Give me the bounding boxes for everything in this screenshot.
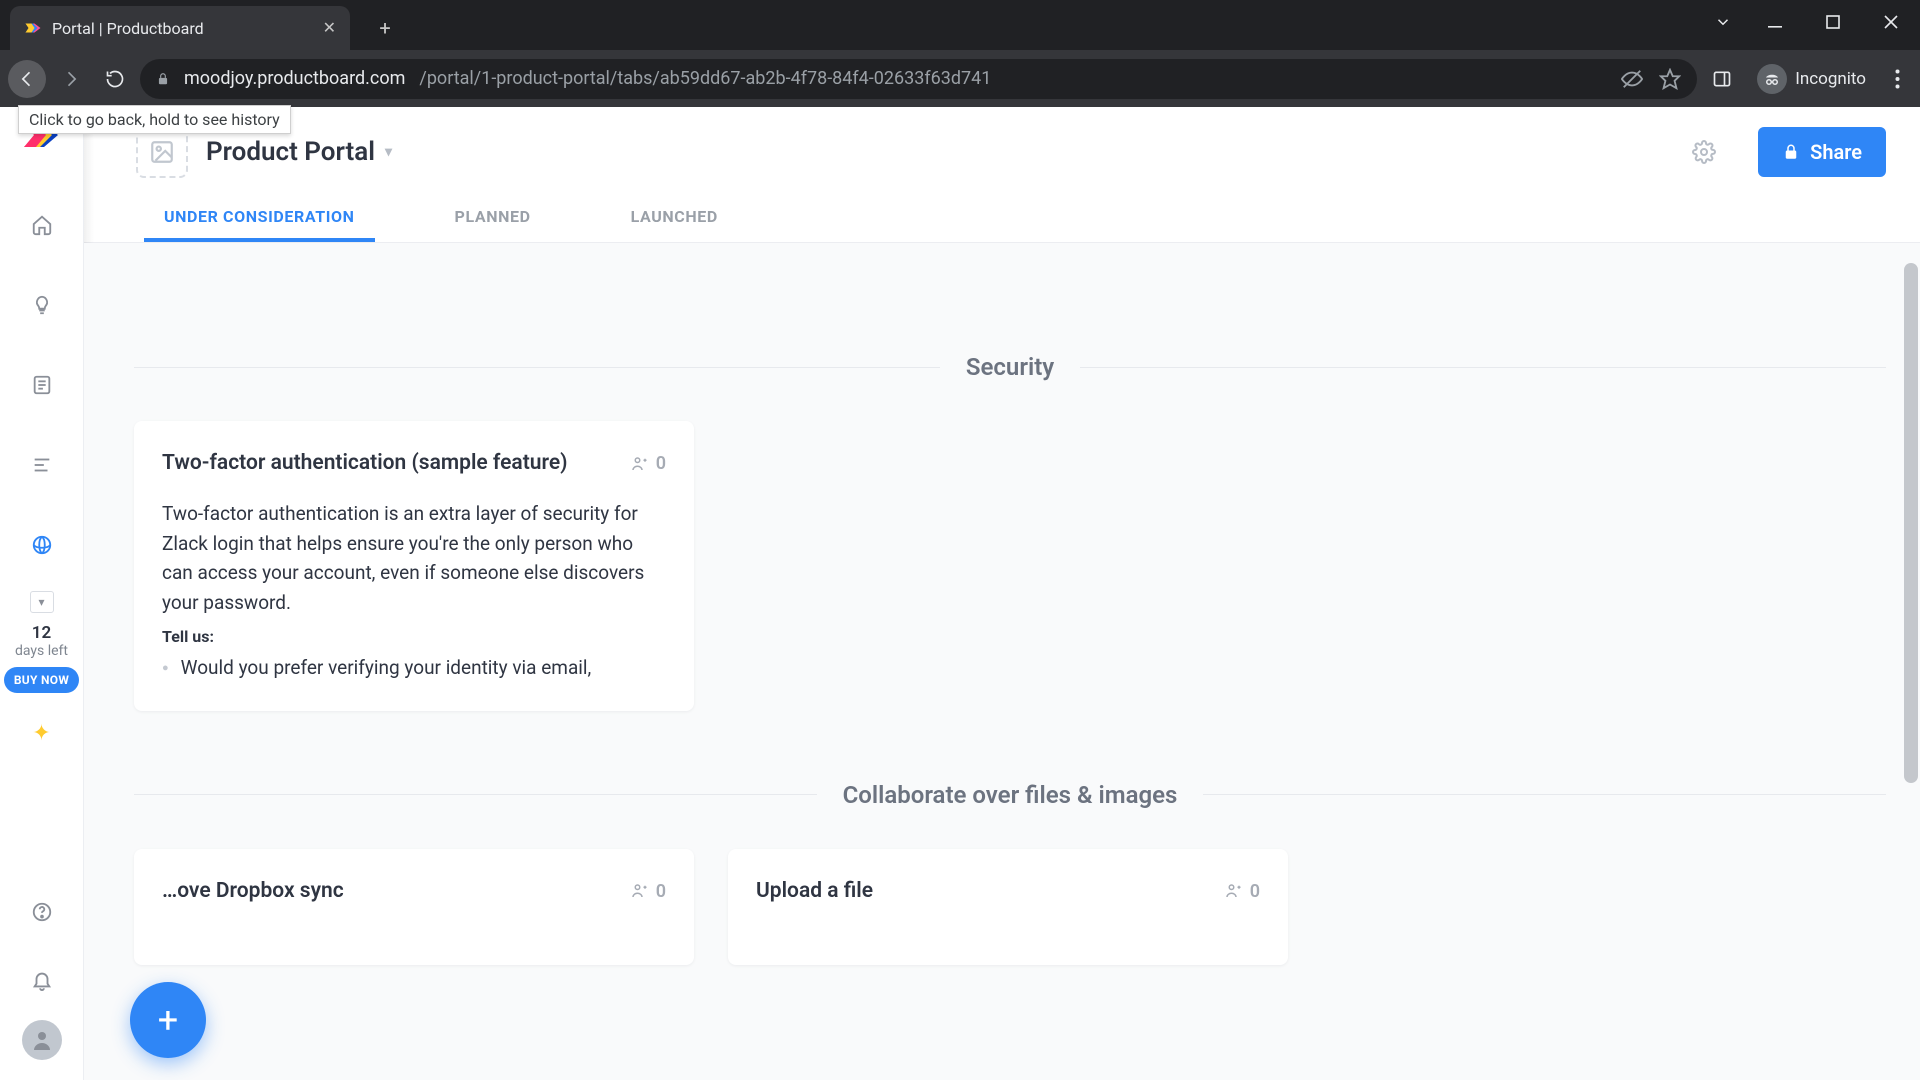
vote-count: 0 — [656, 881, 666, 902]
vote-icon — [630, 882, 648, 900]
rail-notifications-icon[interactable] — [20, 958, 64, 1002]
vote-icon — [1224, 882, 1242, 900]
window-controls — [1700, 0, 1920, 44]
buy-now-button[interactable]: BUY NOW — [4, 667, 79, 693]
section-header-collab: Collaborate over files & images — [134, 781, 1886, 809]
section-label: Security — [940, 353, 1080, 381]
tab-close-icon[interactable]: ✕ — [323, 20, 336, 36]
lock-icon — [156, 72, 170, 86]
feature-card[interactable]: Two-factor authentication (sample featur… — [134, 421, 694, 711]
incognito-label: Incognito — [1795, 69, 1866, 89]
forward-button[interactable] — [52, 60, 90, 98]
portal-title-text: Product Portal — [206, 137, 375, 167]
share-label: Share — [1810, 140, 1862, 164]
rail-help-icon[interactable] — [20, 890, 64, 934]
cards-row: …ove Dropbox sync 0 Upload a file 0 — [134, 849, 1886, 965]
card-title: …ove Dropbox sync — [162, 877, 344, 905]
tab-title: Portal | Productboard — [52, 19, 313, 38]
settings-button[interactable] — [1686, 134, 1722, 170]
portal-title[interactable]: Product Portal ▾ — [206, 137, 392, 167]
trial-counter: 12 days left — [15, 623, 68, 659]
rail-sparkle-icon[interactable]: ✦ — [32, 721, 50, 746]
browser-menu-icon[interactable] — [1882, 69, 1912, 89]
minimize-button[interactable] — [1746, 0, 1804, 44]
left-rail: ▾ 12 days left BUY NOW ✦ — [0, 107, 84, 1080]
page-header: Product Portal ▾ Share — [84, 107, 1920, 183]
chevron-down-icon: ▾ — [385, 144, 392, 160]
rail-insights-icon[interactable] — [20, 283, 64, 327]
url-path: /portal/1-product-portal/tabs/ab59dd67-a… — [419, 68, 991, 89]
vertical-scrollbar[interactable] — [1902, 243, 1920, 1080]
tracking-block-icon[interactable] — [1621, 68, 1643, 90]
trial-days-number: 12 — [32, 623, 51, 643]
share-button[interactable]: Share — [1758, 127, 1886, 177]
vote-button[interactable]: 0 — [1224, 877, 1260, 902]
url-host: moodjoy.productboard.com — [184, 68, 405, 89]
new-tab-button[interactable]: + — [370, 13, 400, 43]
portal-tabs: UNDER CONSIDERATION PLANNED LAUNCHED — [84, 183, 1920, 243]
card-bullet: Would you prefer verifying your identity… — [162, 654, 666, 683]
browser-tab[interactable]: Portal | Productboard ✕ — [10, 6, 350, 50]
tab-favicon-icon — [24, 19, 42, 37]
vote-icon — [630, 455, 648, 473]
vote-button[interactable]: 0 — [630, 877, 666, 902]
rail-roadmap-icon[interactable] — [20, 443, 64, 487]
rail-features-icon[interactable] — [20, 363, 64, 407]
tab-launched[interactable]: LAUNCHED — [611, 195, 738, 242]
trial-days-label: days left — [15, 643, 68, 659]
vote-button[interactable]: 0 — [630, 449, 666, 474]
feature-card[interactable]: Upload a file 0 — [728, 849, 1288, 965]
content: Product Portal ▾ Share UNDER CONSIDERATI… — [84, 107, 1920, 1080]
plus-icon: + — [158, 999, 178, 1041]
incognito-icon — [1757, 64, 1787, 94]
vote-count: 0 — [656, 453, 666, 474]
cards-row: Two-factor authentication (sample featur… — [134, 421, 1886, 711]
browser-toolbar: moodjoy.productboard.com/portal/1-produc… — [0, 50, 1920, 107]
rail-collapse-icon[interactable]: ▾ — [30, 591, 54, 613]
card-body: Two-factor authentication is an extra la… — [162, 499, 666, 617]
lock-icon — [1782, 143, 1800, 161]
card-bullets: Would you prefer verifying your identity… — [162, 654, 666, 683]
back-button[interactable] — [8, 60, 46, 98]
card-tellus: Tell us: — [162, 627, 666, 646]
tab-under-consideration[interactable]: UNDER CONSIDERATION — [144, 195, 375, 242]
vote-count: 0 — [1250, 881, 1260, 902]
rail-avatar[interactable] — [22, 1020, 62, 1060]
board[interactable]: Security Two-factor authentication (samp… — [84, 243, 1920, 1080]
page-viewport: ▾ 12 days left BUY NOW ✦ Product Portal … — [0, 107, 1920, 1080]
feature-card[interactable]: …ove Dropbox sync 0 — [134, 849, 694, 965]
card-title: Upload a file — [756, 877, 873, 905]
side-panel-icon[interactable] — [1703, 60, 1741, 98]
tab-search-icon[interactable] — [1700, 0, 1746, 44]
rail-portal-icon[interactable] — [20, 523, 64, 567]
bookmark-star-icon[interactable] — [1659, 68, 1681, 90]
url-bar[interactable]: moodjoy.productboard.com/portal/1-produc… — [140, 59, 1697, 99]
incognito-chip[interactable]: Incognito — [1757, 64, 1866, 94]
close-window-button[interactable] — [1862, 0, 1920, 44]
url-bar-actions — [1621, 68, 1681, 90]
tab-strip: Portal | Productboard ✕ + — [0, 0, 1920, 50]
browser-chrome: Portal | Productboard ✕ + moodjoy.produc… — [0, 0, 1920, 107]
scrollbar-thumb[interactable] — [1904, 263, 1918, 783]
rail-home-icon[interactable] — [20, 203, 64, 247]
back-tooltip: Click to go back, hold to see history — [18, 105, 291, 134]
section-header-security: Security — [134, 353, 1886, 381]
card-title: Two-factor authentication (sample featur… — [162, 449, 568, 477]
tab-planned[interactable]: PLANNED — [435, 195, 551, 242]
add-idea-fab[interactable]: + — [130, 982, 206, 1058]
maximize-button[interactable] — [1804, 0, 1862, 44]
section-label: Collaborate over files & images — [817, 781, 1204, 809]
reload-button[interactable] — [96, 60, 134, 98]
